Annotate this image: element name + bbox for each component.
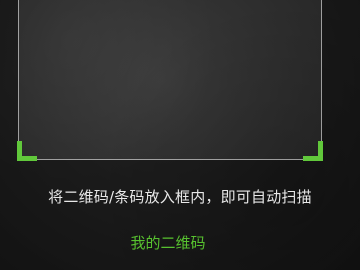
- qr-scanner-screen: 将二维码/条码放入框内，即可自动扫描 我的二维码: [0, 0, 360, 270]
- scan-frame-corner-bottom-left: [17, 141, 37, 161]
- scan-overlay-left: [0, 0, 18, 160]
- scan-overlay-right: [322, 0, 360, 160]
- scan-hint-text: 将二维码/条码放入框内，即可自动扫描: [48, 188, 312, 206]
- scan-frame-corner-bottom-right: [303, 141, 323, 161]
- scan-frame: [17, 0, 323, 161]
- scan-overlay-bottom: [0, 160, 360, 270]
- my-qrcode-link[interactable]: 我的二维码: [0, 232, 336, 253]
